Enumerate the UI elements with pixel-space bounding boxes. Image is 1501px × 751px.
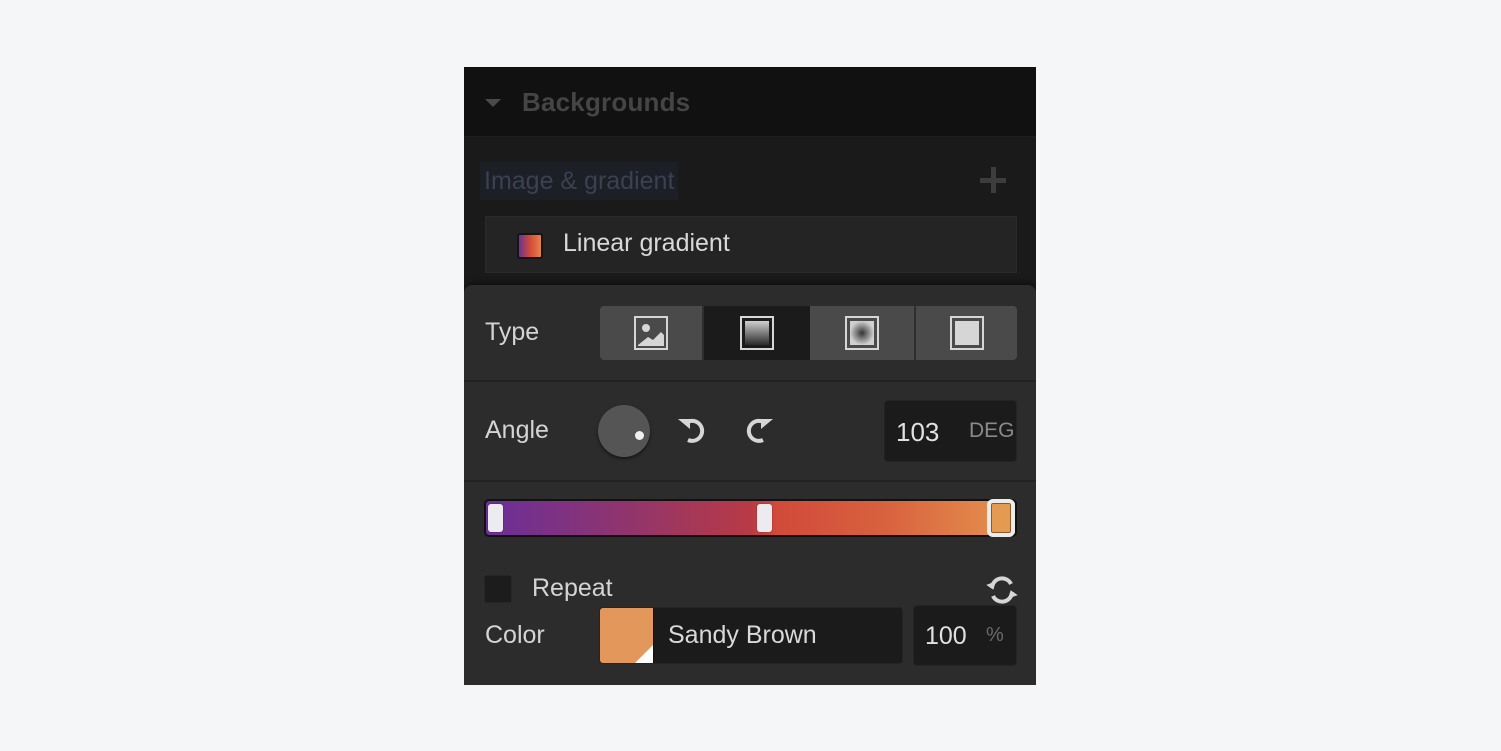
backgrounds-panel: Backgrounds Image & gradient Linear grad…	[464, 67, 1036, 685]
type-color-overlay-button[interactable]	[914, 306, 1017, 360]
opacity-value: 100	[925, 622, 967, 650]
divider	[464, 380, 1036, 382]
gradient-swatch-icon	[517, 233, 543, 259]
angle-value: 103	[896, 417, 940, 447]
color-swatch[interactable]	[600, 608, 654, 663]
angle-input[interactable]: 103 DEG	[884, 400, 1017, 462]
type-label: Type	[485, 318, 540, 346]
section-header-backgrounds[interactable]: Backgrounds	[464, 67, 1036, 137]
gradient-stop-selected[interactable]	[987, 499, 1015, 537]
type-image-button[interactable]	[600, 306, 702, 360]
layer-label: Linear gradient	[563, 229, 730, 257]
reverse-sync-icon[interactable]	[986, 574, 1018, 606]
opacity-unit: %	[986, 624, 1004, 646]
section-title: Backgrounds	[522, 87, 691, 117]
solid-color-icon	[949, 316, 984, 350]
radial-gradient-icon	[845, 316, 879, 350]
gradient-bar[interactable]	[484, 499, 1017, 537]
divider	[464, 480, 1036, 482]
rotate-counterclockwise-icon[interactable]	[676, 413, 710, 447]
angle-unit: DEG	[969, 419, 1015, 442]
type-radial-gradient-button[interactable]	[810, 306, 914, 360]
repeat-label: Repeat	[532, 574, 613, 602]
angle-dial[interactable]	[598, 405, 650, 457]
swatch-alpha-corner	[635, 645, 653, 663]
color-name: Sandy Brown	[668, 621, 817, 649]
gradient-editor-popover: Type Angle 103 DEG Repeat Color Sandy Br…	[464, 285, 1036, 685]
caret-down-icon[interactable]	[485, 99, 501, 107]
plus-icon[interactable]	[980, 167, 1006, 193]
type-linear-gradient-button[interactable]	[702, 306, 810, 360]
color-picker-field[interactable]: Sandy Brown	[599, 607, 903, 664]
image-gradient-label: Image & gradient	[480, 162, 679, 200]
angle-label: Angle	[485, 416, 549, 444]
gradient-stop[interactable]	[757, 504, 772, 532]
type-segmented-control	[600, 306, 1017, 360]
linear-gradient-icon	[740, 316, 774, 350]
opacity-input[interactable]: 100 %	[913, 605, 1017, 666]
image-icon	[634, 316, 668, 350]
gradient-stop[interactable]	[488, 504, 503, 532]
angle-dial-handle[interactable]	[635, 431, 644, 440]
repeat-checkbox[interactable]	[484, 575, 512, 603]
rotate-clockwise-icon[interactable]	[741, 413, 775, 447]
background-layer-item[interactable]: Linear gradient	[485, 216, 1017, 273]
color-label: Color	[485, 621, 545, 649]
